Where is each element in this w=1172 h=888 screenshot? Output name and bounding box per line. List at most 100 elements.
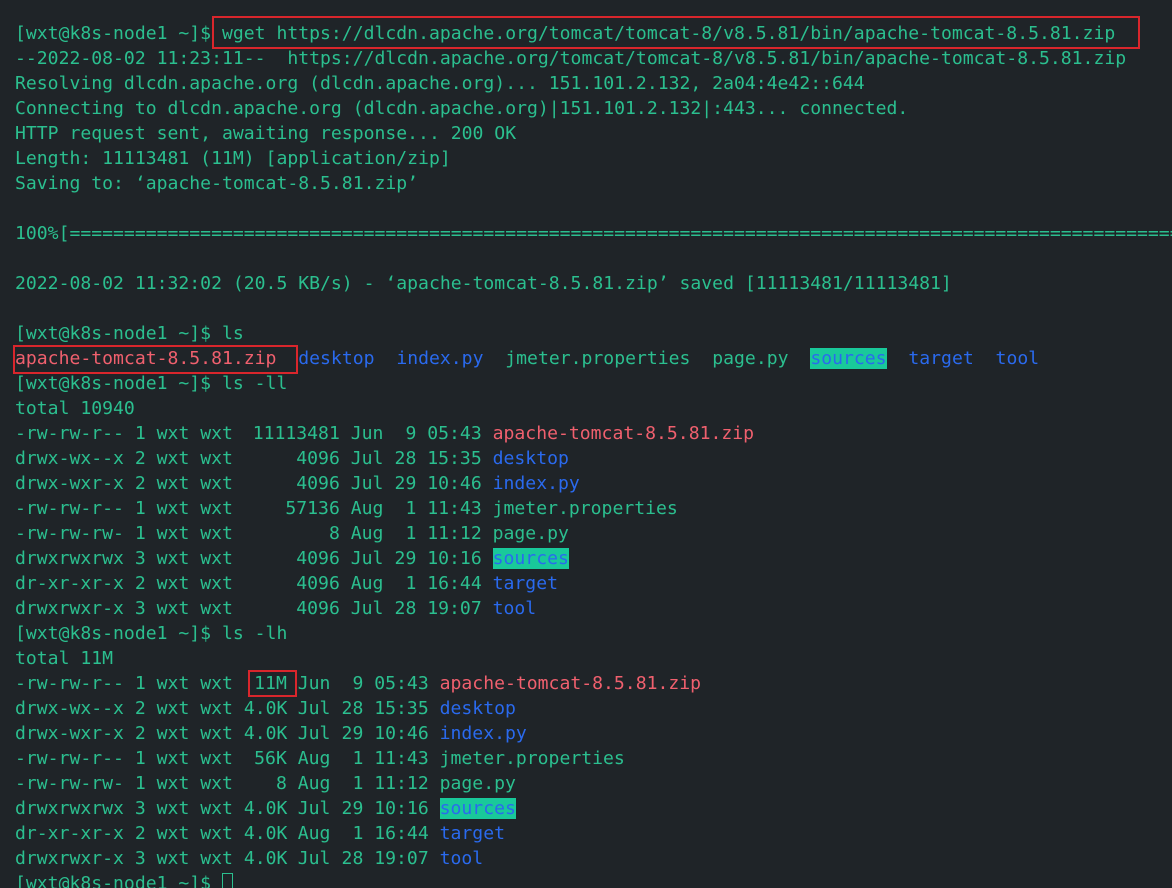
file-group: wxt (200, 423, 233, 444)
prompt-line-ls: [wxt@k8s-node1 ~]$ ls (15, 321, 1172, 346)
file-month: Aug (297, 823, 331, 844)
file-permissions: dr-xr-xr-x (15, 823, 124, 844)
prompt-line-current[interactable]: [wxt@k8s-node1 ~]$ (15, 871, 1172, 888)
link-count: 1 (134, 773, 146, 794)
download-progress-bar: 100%[===================================… (15, 223, 1172, 244)
file-group: wxt (200, 498, 233, 519)
ls-entry: desktop (298, 348, 375, 369)
file-month: Aug (350, 498, 384, 519)
file-name: apache-tomcat-8.5.81.zip (439, 673, 702, 694)
link-count: 3 (134, 798, 146, 819)
file-name: sources (492, 548, 569, 569)
terminal-window[interactable]: [wxt@k8s-node1 ~]$ wget https://dlcdn.ap… (0, 0, 1172, 888)
file-day: 28 (341, 698, 364, 719)
file-owner: wxt (156, 548, 190, 569)
file-day: 1 (352, 823, 364, 844)
listing-row: -rw-rw-rw- 1 wxt wxt 8 Aug 1 11:12 page.… (15, 771, 1172, 796)
file-permissions: drwxrwxr-x (15, 598, 124, 619)
ls-entry: page.py (712, 348, 789, 369)
ls-entry: jmeter.properties (505, 348, 691, 369)
file-month: Jun (297, 673, 331, 694)
file-owner: wxt (156, 748, 190, 769)
file-size: 11M (254, 673, 287, 694)
file-day: 29 (394, 473, 417, 494)
file-group: wxt (200, 448, 233, 469)
file-time: 11:43 (427, 498, 482, 519)
ls-file-list: apache-tomcat-8.5.81.zip desktop index.p… (15, 346, 1172, 371)
link-count: 1 (134, 423, 146, 444)
listing-row: dr-xr-xr-x 2 wxt wxt 4.0K Aug 1 16:44 ta… (15, 821, 1172, 846)
prompt: [wxt@k8s-node1 ~]$ (15, 623, 222, 644)
file-day: 29 (394, 548, 417, 569)
prompt: [wxt@k8s-node1 ~]$ (15, 323, 222, 344)
wget-output-line: Resolving dlcdn.apache.org (dlcdn.apache… (15, 73, 865, 94)
file-size: 4096 (296, 473, 340, 494)
prompt-line-ls-ll: [wxt@k8s-node1 ~]$ ls -ll (15, 371, 1172, 396)
file-group: wxt (200, 723, 233, 744)
file-owner: wxt (156, 823, 190, 844)
link-count: 3 (134, 848, 146, 869)
file-time: 15:35 (374, 698, 429, 719)
ls-lh-total: total 11M (15, 648, 114, 669)
wget-output-line: Connecting to dlcdn.apache.org (dlcdn.ap… (15, 98, 909, 119)
link-count: 1 (134, 523, 146, 544)
file-owner: wxt (156, 423, 190, 444)
file-name: index.py (439, 723, 527, 744)
file-time: 15:35 (427, 448, 482, 469)
ls-entry: target (908, 348, 974, 369)
file-permissions: dr-xr-xr-x (15, 573, 124, 594)
file-day: 28 (394, 598, 417, 619)
listing-row: drwxrwxrwx 3 wxt wxt 4.0K Jul 29 10:16 s… (15, 796, 1172, 821)
wget-saved-line: 2022-08-02 11:32:02 (20.5 KB/s) - ‘apach… (15, 273, 952, 294)
listing-row: drwxrwxr-x 3 wxt wxt 4096 Jul 28 19:07 t… (15, 596, 1172, 621)
file-group: wxt (200, 548, 233, 569)
file-name: page.py (492, 523, 569, 544)
prompt: [wxt@k8s-node1 ~]$ (15, 873, 222, 888)
link-count: 1 (134, 673, 146, 694)
ls-ll-total: total 10940 (15, 398, 135, 419)
file-time: 16:44 (427, 573, 482, 594)
file-owner: wxt (156, 798, 190, 819)
file-month: Aug (297, 748, 331, 769)
file-month: Jul (350, 473, 384, 494)
file-owner: wxt (156, 723, 190, 744)
file-group: wxt (200, 748, 233, 769)
file-owner: wxt (156, 673, 190, 694)
file-group: wxt (200, 798, 233, 819)
ls-ll-command: ls -ll (221, 373, 288, 394)
file-day: 9 (352, 673, 364, 694)
file-name: desktop (492, 448, 569, 469)
file-name: tool (439, 848, 484, 869)
file-name: index.py (492, 473, 580, 494)
file-permissions: drwxrwxrwx (15, 798, 124, 819)
file-owner: wxt (156, 698, 190, 719)
file-size: 4096 (296, 548, 340, 569)
file-time: 10:16 (374, 798, 429, 819)
file-day: 9 (405, 423, 417, 444)
file-size: 4.0K (243, 823, 288, 844)
file-month: Jul (350, 548, 384, 569)
file-group: wxt (200, 573, 233, 594)
listing-row: -rw-rw-r-- 1 wxt wxt 56K Aug 1 11:43 jme… (15, 746, 1172, 771)
ls-entry: tool (995, 348, 1040, 369)
file-permissions: drwxrwxrwx (15, 548, 124, 569)
file-time: 16:44 (374, 823, 429, 844)
file-size: 4.0K (243, 698, 288, 719)
file-month: Jul (350, 448, 384, 469)
file-name: tool (492, 598, 537, 619)
file-name: apache-tomcat-8.5.81.zip (492, 423, 755, 444)
file-time: 10:16 (427, 548, 482, 569)
listing-row: -rw-rw-r-- 1 wxt wxt 57136 Aug 1 11:43 j… (15, 496, 1172, 521)
file-day: 1 (405, 498, 417, 519)
prompt-line-wget: [wxt@k8s-node1 ~]$ wget https://dlcdn.ap… (15, 21, 1172, 46)
file-day: 1 (405, 523, 417, 544)
file-size: 8 (328, 523, 340, 544)
file-month: Jul (350, 598, 384, 619)
terminal-output: [wxt@k8s-node1 ~]$ wget https://dlcdn.ap… (15, 21, 1172, 888)
link-count: 2 (134, 448, 146, 469)
file-group: wxt (200, 473, 233, 494)
file-time: 19:07 (374, 848, 429, 869)
file-permissions: drwxrwxr-x (15, 848, 124, 869)
